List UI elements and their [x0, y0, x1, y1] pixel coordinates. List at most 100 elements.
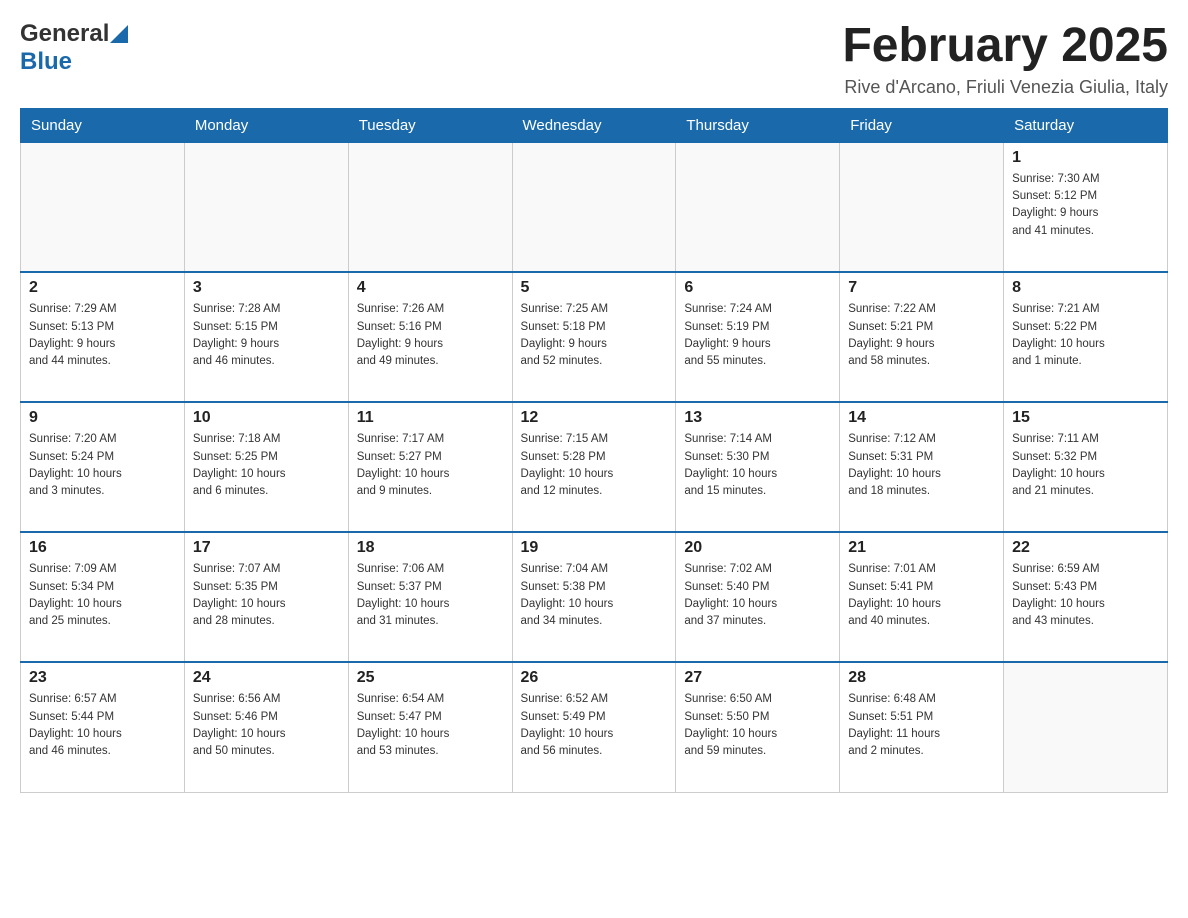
day-number: 16: [29, 539, 176, 557]
calendar-cell: 1 Sunrise: 7:30 AMSunset: 5:12 PMDaylight…: [1004, 142, 1168, 272]
day-info: Sunrise: 7:06 AMSunset: 5:37 PMDaylight:…: [357, 561, 504, 630]
calendar-cell: 14 Sunrise: 7:12 AMSunset: 5:31 PMDayligh…: [840, 402, 1004, 532]
day-info: Sunrise: 7:12 AMSunset: 5:31 PMDaylight:…: [848, 431, 995, 500]
day-number: 25: [357, 669, 504, 687]
day-number: 2: [29, 279, 176, 297]
calendar-cell: [184, 142, 348, 272]
day-number: 13: [684, 409, 831, 427]
weekday-header-tuesday: Tuesday: [348, 108, 512, 142]
weekday-header-thursday: Thursday: [676, 108, 840, 142]
calendar-cell: 23Sunrise: 6:57 AMSunset: 5:44 PMDayligh…: [21, 662, 185, 792]
day-number: 10: [193, 409, 340, 427]
day-info: Sunrise: 6:57 AMSunset: 5:44 PMDaylight:…: [29, 691, 176, 760]
calendar-cell: 11 Sunrise: 7:17 AMSunset: 5:27 PMDayligh…: [348, 402, 512, 532]
day-number: 12: [521, 409, 668, 427]
logo: General Blue: [20, 20, 129, 76]
day-number: 6: [684, 279, 831, 297]
calendar-cell: 4 Sunrise: 7:26 AMSunset: 5:16 PMDaylight…: [348, 272, 512, 402]
calendar-cell: 7 Sunrise: 7:22 AMSunset: 5:21 PMDaylight…: [840, 272, 1004, 402]
day-number: 20: [684, 539, 831, 557]
calendar-cell: 21 Sunrise: 7:01 AMSunset: 5:41 PMDayligh…: [840, 532, 1004, 662]
calendar-table: SundayMondayTuesdayWednesdayThursdayFrid…: [20, 108, 1168, 793]
day-info: Sunrise: 7:22 AMSunset: 5:21 PMDaylight:…: [848, 301, 995, 370]
day-number: 14: [848, 409, 995, 427]
calendar-cell: [1004, 662, 1168, 792]
calendar-cell: 9 Sunrise: 7:20 AMSunset: 5:24 PMDaylight…: [21, 402, 185, 532]
calendar-title: February 2025: [842, 20, 1168, 73]
day-info: Sunrise: 7:07 AMSunset: 5:35 PMDaylight:…: [193, 561, 340, 630]
page-header: General Blue February 2025 Rive d'Arcano…: [20, 20, 1168, 98]
calendar-cell: [840, 142, 1004, 272]
calendar-cell: 18 Sunrise: 7:06 AMSunset: 5:37 PMDayligh…: [348, 532, 512, 662]
day-number: 5: [521, 279, 668, 297]
day-info: Sunrise: 7:01 AMSunset: 5:41 PMDaylight:…: [848, 561, 995, 630]
day-number: 21: [848, 539, 995, 557]
calendar-cell: 17Sunrise: 7:07 AMSunset: 5:35 PMDayligh…: [184, 532, 348, 662]
calendar-cell: 15Sunrise: 7:11 AMSunset: 5:32 PMDayligh…: [1004, 402, 1168, 532]
day-info: Sunrise: 7:24 AMSunset: 5:19 PMDaylight:…: [684, 301, 831, 370]
calendar-cell: 22 Sunrise: 6:59 AMSunset: 5:43 PMDayligh…: [1004, 532, 1168, 662]
weekday-header-wednesday: Wednesday: [512, 108, 676, 142]
day-number: 18: [357, 539, 504, 557]
day-number: 1: [1012, 149, 1159, 167]
day-number: 26: [521, 669, 668, 687]
day-info: Sunrise: 6:50 AMSunset: 5:50 PMDaylight:…: [684, 691, 831, 760]
calendar-cell: 28 Sunrise: 6:48 AMSunset: 5:51 PMDayligh…: [840, 662, 1004, 792]
day-number: 28: [848, 669, 995, 687]
calendar-cell: [21, 142, 185, 272]
calendar-cell: 16Sunrise: 7:09 AMSunset: 5:34 PMDayligh…: [21, 532, 185, 662]
day-info: Sunrise: 7:14 AMSunset: 5:30 PMDaylight:…: [684, 431, 831, 500]
day-info: Sunrise: 7:15 AMSunset: 5:28 PMDaylight:…: [521, 431, 668, 500]
calendar-cell: [348, 142, 512, 272]
calendar-cell: 12 Sunrise: 7:15 AMSunset: 5:28 PMDayligh…: [512, 402, 676, 532]
day-info: Sunrise: 7:02 AMSunset: 5:40 PMDaylight:…: [684, 561, 831, 630]
day-info: Sunrise: 7:17 AMSunset: 5:27 PMDaylight:…: [357, 431, 504, 500]
weekday-header-sunday: Sunday: [21, 108, 185, 142]
calendar-cell: 3 Sunrise: 7:28 AMSunset: 5:15 PMDaylight…: [184, 272, 348, 402]
calendar-cell: 6 Sunrise: 7:24 AMSunset: 5:19 PMDaylight…: [676, 272, 840, 402]
calendar-week-row: 1 Sunrise: 7:30 AMSunset: 5:12 PMDaylight…: [21, 142, 1168, 272]
calendar-cell: 20 Sunrise: 7:02 AMSunset: 5:40 PMDayligh…: [676, 532, 840, 662]
day-info: Sunrise: 7:25 AMSunset: 5:18 PMDaylight:…: [521, 301, 668, 370]
day-info: Sunrise: 7:04 AMSunset: 5:38 PMDaylight:…: [521, 561, 668, 630]
day-info: Sunrise: 6:54 AMSunset: 5:47 PMDaylight:…: [357, 691, 504, 760]
day-info: Sunrise: 7:29 AMSunset: 5:13 PMDaylight:…: [29, 301, 176, 370]
calendar-week-row: 2 Sunrise: 7:29 AMSunset: 5:13 PMDaylight…: [21, 272, 1168, 402]
calendar-cell: 19 Sunrise: 7:04 AMSunset: 5:38 PMDayligh…: [512, 532, 676, 662]
day-number: 3: [193, 279, 340, 297]
calendar-cell: [512, 142, 676, 272]
logo-general-text: General: [20, 20, 109, 48]
day-number: 19: [521, 539, 668, 557]
day-info: Sunrise: 6:59 AMSunset: 5:43 PMDaylight:…: [1012, 561, 1159, 630]
calendar-cell: 25 Sunrise: 6:54 AMSunset: 5:47 PMDayligh…: [348, 662, 512, 792]
day-info: Sunrise: 6:48 AMSunset: 5:51 PMDaylight:…: [848, 691, 995, 760]
weekday-header-monday: Monday: [184, 108, 348, 142]
calendar-week-row: 9 Sunrise: 7:20 AMSunset: 5:24 PMDaylight…: [21, 402, 1168, 532]
calendar-cell: 8 Sunrise: 7:21 AMSunset: 5:22 PMDaylight…: [1004, 272, 1168, 402]
weekday-header-row: SundayMondayTuesdayWednesdayThursdayFrid…: [21, 108, 1168, 142]
day-info: Sunrise: 7:30 AMSunset: 5:12 PMDaylight:…: [1012, 171, 1159, 240]
day-number: 4: [357, 279, 504, 297]
day-info: Sunrise: 7:20 AMSunset: 5:24 PMDaylight:…: [29, 431, 176, 500]
weekday-header-friday: Friday: [840, 108, 1004, 142]
day-info: Sunrise: 6:56 AMSunset: 5:46 PMDaylight:…: [193, 691, 340, 760]
calendar-cell: 10Sunrise: 7:18 AMSunset: 5:25 PMDayligh…: [184, 402, 348, 532]
title-block: February 2025 Rive d'Arcano, Friuli Vene…: [842, 20, 1168, 98]
calendar-cell: 27Sunrise: 6:50 AMSunset: 5:50 PMDayligh…: [676, 662, 840, 792]
day-info: Sunrise: 7:28 AMSunset: 5:15 PMDaylight:…: [193, 301, 340, 370]
day-number: 7: [848, 279, 995, 297]
day-number: 11: [357, 409, 504, 427]
day-number: 9: [29, 409, 176, 427]
day-info: Sunrise: 7:11 AMSunset: 5:32 PMDaylight:…: [1012, 431, 1159, 500]
day-number: 8: [1012, 279, 1159, 297]
day-number: 22: [1012, 539, 1159, 557]
day-info: Sunrise: 6:52 AMSunset: 5:49 PMDaylight:…: [521, 691, 668, 760]
calendar-cell: 26 Sunrise: 6:52 AMSunset: 5:49 PMDayligh…: [512, 662, 676, 792]
calendar-week-row: 23Sunrise: 6:57 AMSunset: 5:44 PMDayligh…: [21, 662, 1168, 792]
day-info: Sunrise: 7:26 AMSunset: 5:16 PMDaylight:…: [357, 301, 504, 370]
calendar-cell: [676, 142, 840, 272]
logo-blue-text: Blue: [20, 48, 72, 76]
day-info: Sunrise: 7:21 AMSunset: 5:22 PMDaylight:…: [1012, 301, 1159, 370]
calendar-week-row: 16Sunrise: 7:09 AMSunset: 5:34 PMDayligh…: [21, 532, 1168, 662]
calendar-subtitle: Rive d'Arcano, Friuli Venezia Giulia, It…: [842, 77, 1168, 98]
